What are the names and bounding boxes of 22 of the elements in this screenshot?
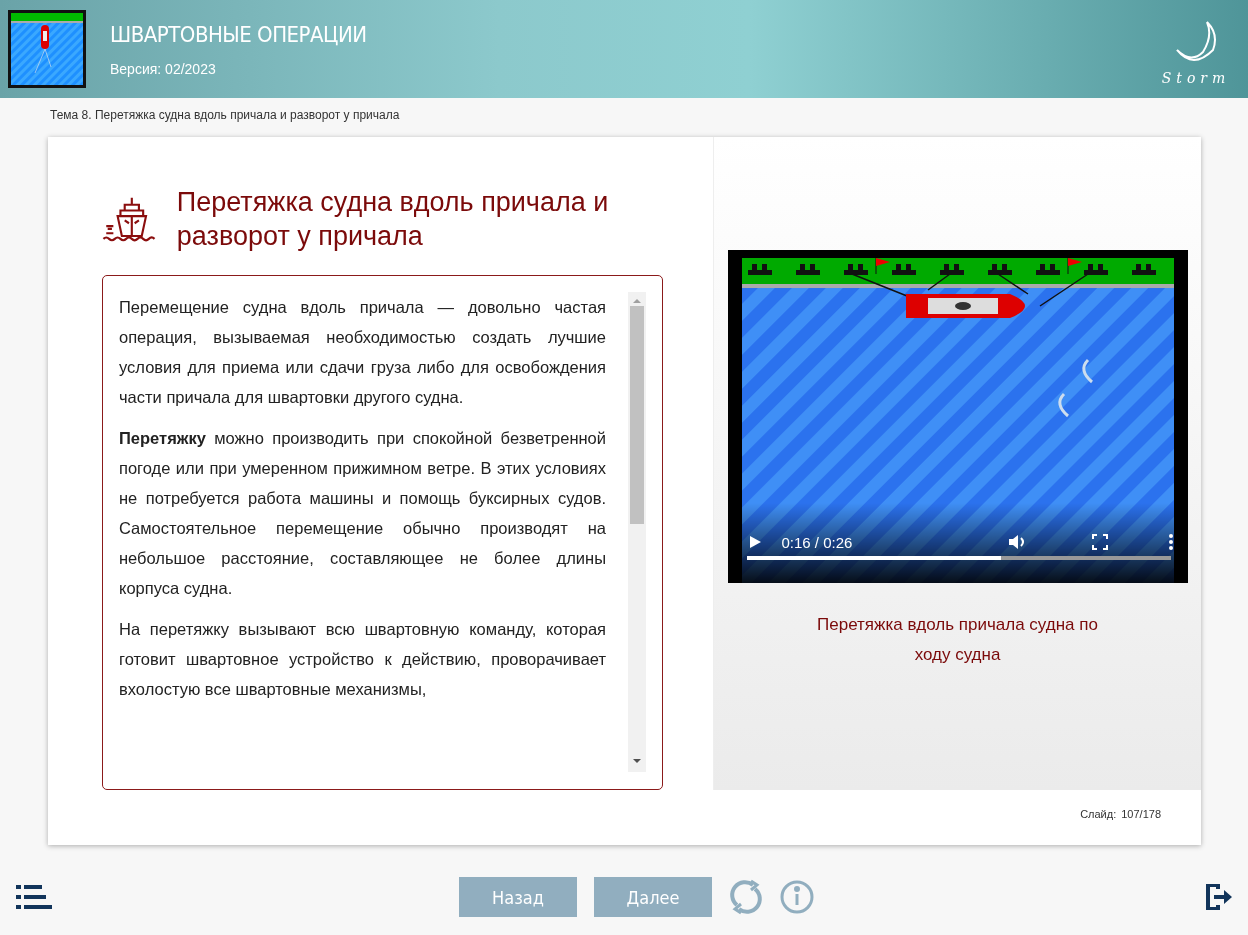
nav-button[interactable]: Назад xyxy=(459,877,577,917)
exit-icon[interactable] xyxy=(1206,884,1232,910)
version-label: Версия: 02/2023 xyxy=(110,60,217,77)
course-title: ШВАРТОВНЫЕ ОПЕРАЦИИ xyxy=(110,21,368,47)
video-time: 0:16 / 0:26 xyxy=(781,533,854,551)
menu-icon[interactable] xyxy=(16,885,52,909)
slide-label: Слайд: xyxy=(1080,808,1117,820)
scrollbar[interactable] xyxy=(628,292,646,772)
slide-counter: 107/178 xyxy=(1121,808,1161,820)
logo-text: Storm xyxy=(1161,70,1231,86)
nav-button[interactable]: Далее xyxy=(594,877,712,917)
lesson-paragraph: Перетяжку можно производить при спокойной безветренной погоде или при умеренном прижимном ветре. В этих условиях не потребуется работа машины и помощь буксирных судов. Самостоятельное перемещение обычно производят на небольшое расстояние, составляющее не более длины корпуса судна. xyxy=(119,428,606,599)
scroll-down-icon[interactable] xyxy=(633,758,641,764)
lesson-paragraph: Перемещение судна вдоль причала — довольно частая операция, вызываемая необходимостью создать лучшие условия для приема или сдачи груза либо для освобождения части причала для швартовки другого судна. xyxy=(119,297,606,408)
video-progress-bar[interactable] xyxy=(746,556,1171,560)
play-icon[interactable] xyxy=(747,534,762,550)
fullscreen-icon[interactable] xyxy=(1091,534,1108,550)
video-caption: Перетяжка вдоль причала судна по ходу судна xyxy=(816,614,1099,666)
lesson-heading: Перетяжка судна вдоль причала и разворот у причала xyxy=(176,186,610,253)
more-options-icon[interactable] xyxy=(1167,533,1174,551)
lesson-paragraph: На перетяжку вызывают всю швартовную команду, которая готовит швартовное устройство к действию, проворачивает вхолостую все швартовные механизмы, xyxy=(119,619,606,700)
breadcrumb: Тема 8. Перетяжка судна вдоль причала и разворот у причала xyxy=(50,108,401,122)
